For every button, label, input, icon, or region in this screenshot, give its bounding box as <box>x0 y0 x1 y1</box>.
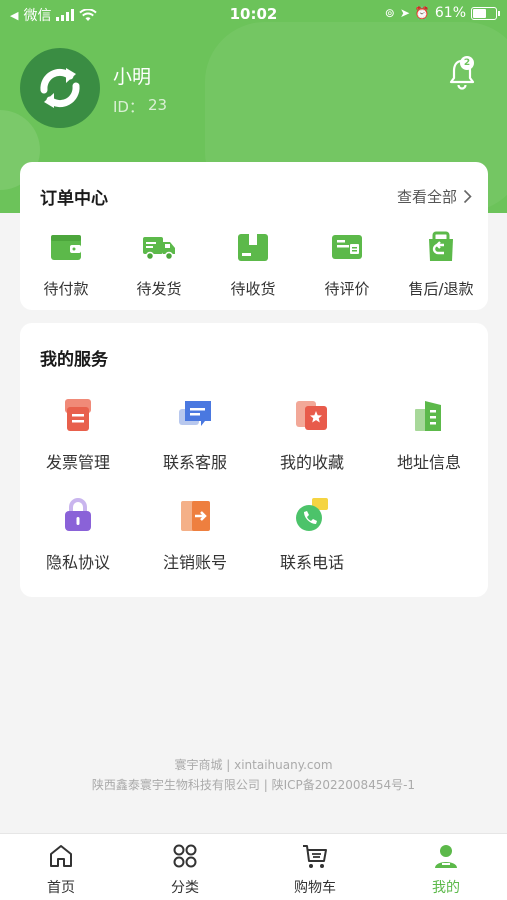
user-id-label: ID： <box>113 98 144 116</box>
services-card: 我的服务 发票管理 联系客服 我的收藏 地址信息 隐私协议 注销账号 联系电话 <box>20 323 488 597</box>
order-center-card: 订单中心 查看全部 待付款 待发货 待收货 待评价 售后/退款 <box>20 162 488 310</box>
view-all-orders-link[interactable]: 查看全部 <box>397 186 472 207</box>
order-item-label: 待发货 <box>136 280 182 298</box>
battery-fill <box>473 8 486 18</box>
service-label: 联系电话 <box>279 553 344 572</box>
user-name: 小明 <box>113 66 152 88</box>
chat-icon <box>179 401 211 426</box>
order-item-label: 待收货 <box>230 280 276 298</box>
logout-door-icon <box>181 501 210 531</box>
avatar[interactable] <box>20 48 100 128</box>
order-pending-shipment[interactable]: 待发货 <box>119 230 199 299</box>
tab-label: 购物车 <box>294 880 336 896</box>
user-id: ID： 23 <box>113 96 167 117</box>
lock-icon <box>65 498 91 531</box>
service-label: 发票管理 <box>45 453 110 472</box>
order-pending-receipt[interactable]: 待收货 <box>213 230 293 299</box>
wallet-icon <box>51 235 81 260</box>
order-item-label: 待付款 <box>43 280 89 298</box>
order-center-title: 订单中心 <box>40 189 108 209</box>
order-pending-review[interactable]: 待评价 <box>307 230 387 299</box>
status-bar: ◀ 微信 10:02 ⊚ ➤ ⏰ 61% <box>0 0 507 28</box>
tab-home[interactable]: 首页 <box>21 842 101 897</box>
rotation-lock-icon: ⊚ <box>384 6 395 20</box>
user-id-value: 23 <box>147 96 168 114</box>
order-after-sales[interactable]: 售后/退款 <box>401 230 481 299</box>
service-favorites[interactable]: 我的收藏 <box>262 395 362 473</box>
view-all-label: 查看全部 <box>396 188 457 206</box>
refund-bag-icon <box>429 231 453 261</box>
bottom-tab-bar: 首页 分类 购物车 我的 <box>0 833 507 900</box>
footer-company-line: 陕西鑫泰寰宇生物科技有限公司 | 陕ICP备2022008454号-1 <box>91 778 416 792</box>
package-icon <box>238 234 268 261</box>
grid-icon <box>173 844 197 868</box>
service-label: 联系客服 <box>162 453 227 472</box>
location-icon: ➤ <box>399 6 410 20</box>
service-label: 我的收藏 <box>279 453 344 472</box>
tab-label: 我的 <box>432 880 460 896</box>
truck-icon <box>143 237 175 261</box>
cart-icon <box>303 845 327 868</box>
phone-icon <box>296 498 328 531</box>
home-icon <box>50 845 72 867</box>
service-customer-support[interactable]: 联系客服 <box>145 395 245 473</box>
tab-label: 分类 <box>171 880 199 896</box>
service-label: 地址信息 <box>396 453 461 472</box>
order-item-label: 售后/退款 <box>408 280 474 298</box>
status-right: ⊚ ➤ ⏰ 61% <box>384 5 500 21</box>
service-label: 注销账号 <box>162 553 227 572</box>
service-contact-phone[interactable]: 联系电话 <box>262 495 362 573</box>
service-delete-account[interactable]: 注销账号 <box>145 495 245 573</box>
footer-site-line: 寰宇商城 | xintaihuany.com <box>174 758 333 772</box>
invoice-icon <box>65 399 91 431</box>
service-invoice[interactable]: 发票管理 <box>28 395 128 473</box>
battery-percent: 61% <box>434 5 466 21</box>
building-icon <box>415 401 441 431</box>
notification-badge: 2 <box>460 56 474 70</box>
battery-icon <box>471 6 500 20</box>
service-privacy-policy[interactable]: 隐私协议 <box>28 495 128 573</box>
tab-mine[interactable]: 我的 <box>406 842 486 897</box>
favorite-icon <box>296 401 327 430</box>
brand-logo-icon <box>40 68 80 108</box>
review-card-icon <box>332 235 362 259</box>
user-icon <box>435 845 457 868</box>
tab-cart[interactable]: 购物车 <box>275 842 355 897</box>
order-item-label: 待评价 <box>324 280 370 298</box>
tab-label: 首页 <box>47 880 75 896</box>
chevron-right-icon <box>463 189 472 204</box>
service-address[interactable]: 地址信息 <box>379 395 479 473</box>
tab-category[interactable]: 分类 <box>145 842 225 897</box>
service-label: 隐私协议 <box>45 553 110 572</box>
alarm-icon: ⏰ <box>414 6 430 20</box>
services-title: 我的服务 <box>40 350 108 370</box>
order-pending-payment[interactable]: 待付款 <box>26 230 106 299</box>
